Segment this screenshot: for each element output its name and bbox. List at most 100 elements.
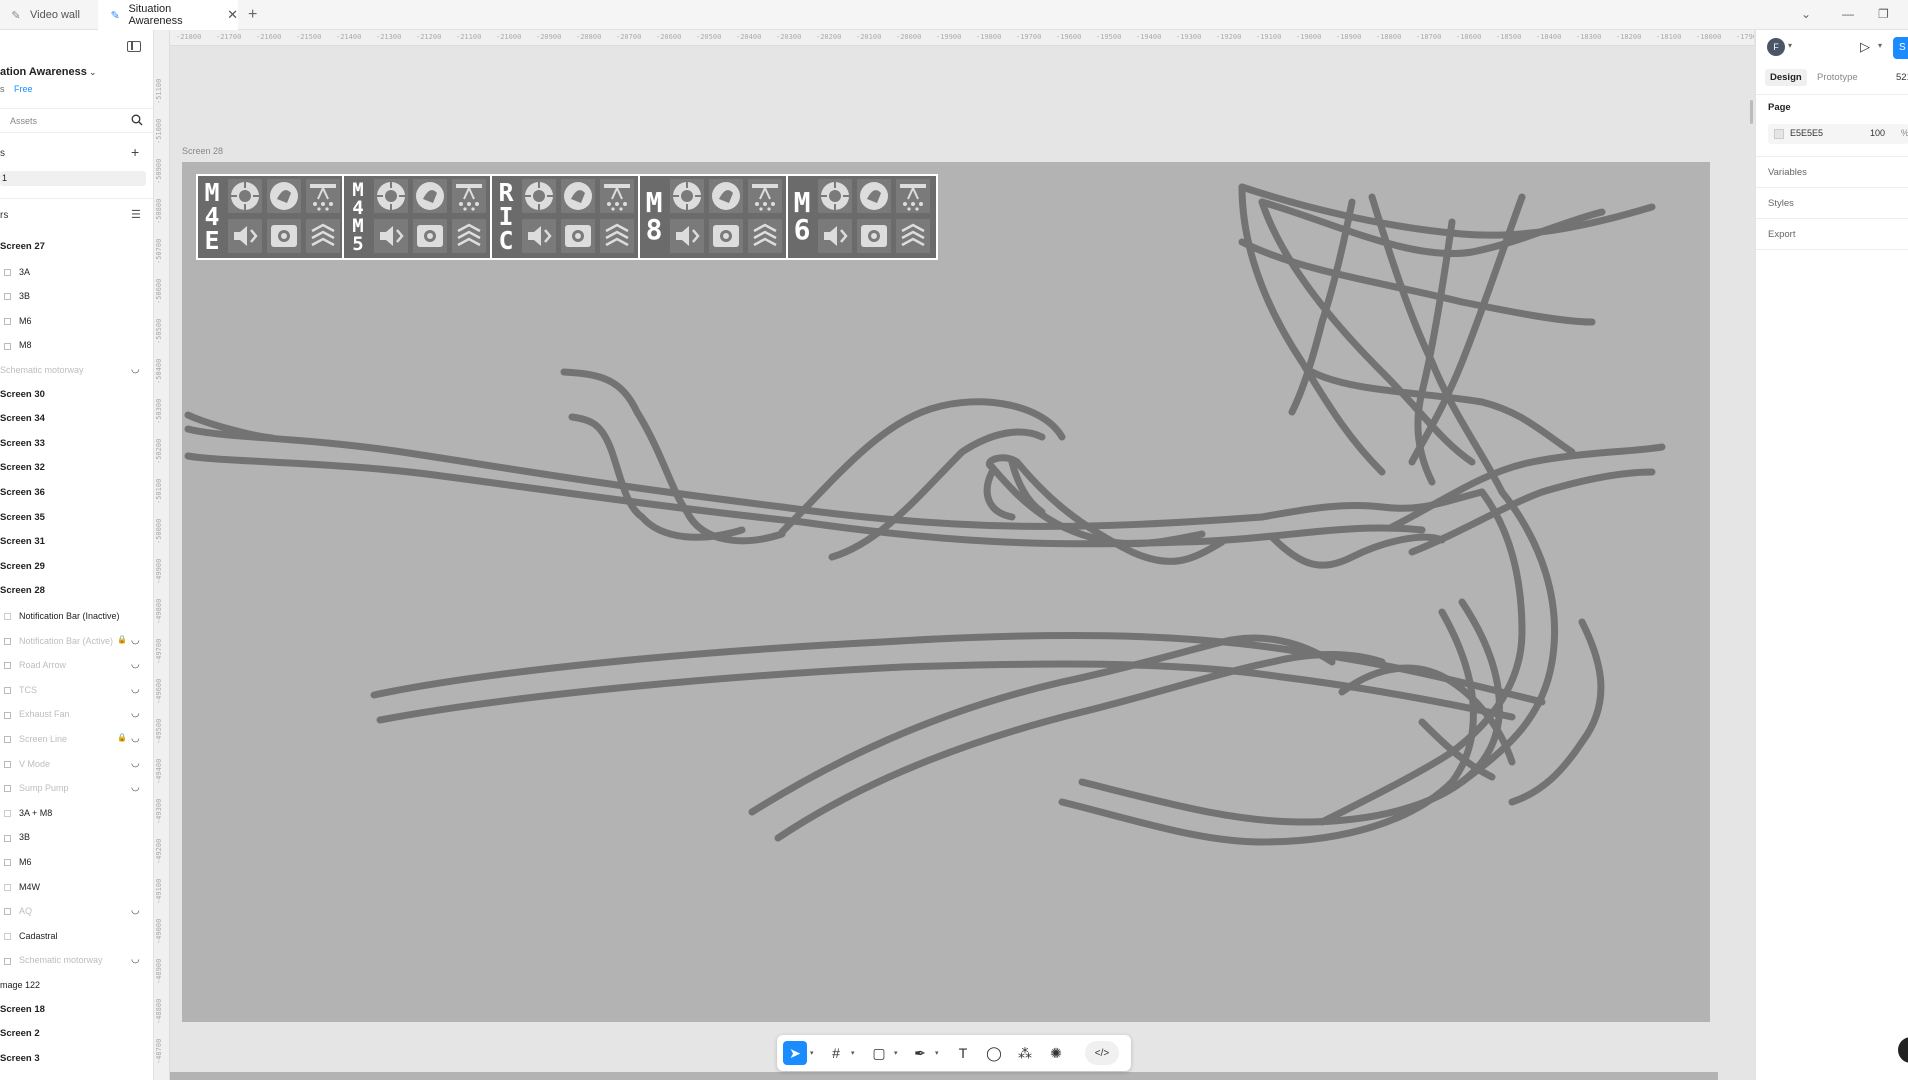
layer-item[interactable]: Screen 30 — [0, 387, 45, 403]
layer-item[interactable]: M4W — [4, 879, 40, 895]
frame-next-screen[interactable] — [170, 1072, 1718, 1080]
hidden-eye-icon[interactable]: ◡ — [131, 954, 140, 965]
layer-item[interactable]: Screen 32 — [0, 460, 45, 476]
layer-item[interactable]: Screen 28 — [0, 583, 45, 599]
layer-item[interactable]: Cadastral — [4, 928, 58, 944]
new-tab-button[interactable]: + — [248, 6, 257, 24]
layer-item[interactable]: 3B — [4, 829, 30, 845]
canvas-scrollbar[interactable] — [1750, 100, 1753, 124]
layer-item[interactable]: Screen 35 — [0, 510, 45, 526]
layer-item[interactable]: Screen Line — [4, 731, 67, 747]
export-section[interactable]: Export — [1768, 229, 1795, 240]
dev-mode-toggle-icon[interactable]: </> — [1085, 1041, 1119, 1065]
chevron-down-icon[interactable]: ▾ — [894, 1049, 898, 1057]
lock-icon[interactable]: 🔒 — [117, 635, 127, 644]
sidebar-toggle-icon[interactable] — [127, 41, 141, 52]
layer-item[interactable]: Road Arrow — [4, 657, 66, 673]
move-tool-icon[interactable]: ➤ — [783, 1041, 807, 1065]
assets-search-input[interactable]: Assets — [10, 116, 37, 126]
variables-section[interactable]: Variables — [1768, 167, 1807, 178]
layer-item[interactable]: Screen 3 — [0, 1051, 40, 1067]
search-icon[interactable] — [131, 114, 143, 126]
layer-item[interactable]: Screen 34 — [0, 411, 45, 427]
avatar[interactable]: F — [1767, 38, 1785, 56]
color-swatch[interactable] — [1774, 129, 1784, 139]
share-button[interactable]: S — [1893, 37, 1908, 59]
actions-tool-icon[interactable]: ⁂ — [1013, 1041, 1037, 1065]
tab-design[interactable]: Design — [1765, 69, 1807, 86]
layer-item[interactable]: Screen 27 — [0, 239, 45, 255]
layer-item[interactable]: Notification Bar (Active) — [4, 633, 113, 649]
hidden-eye-icon[interactable]: ◡ — [131, 684, 140, 695]
hidden-eye-icon[interactable]: ◡ — [131, 708, 140, 719]
zoom-level[interactable]: 521 — [1896, 72, 1908, 83]
tab-prototype[interactable]: Prototype — [1812, 69, 1863, 86]
hidden-eye-icon[interactable]: ◡ — [131, 635, 140, 646]
layer-item[interactable]: AQ — [4, 903, 32, 919]
road-network-map[interactable] — [182, 162, 1710, 1022]
layer-item[interactable]: 3B — [4, 288, 30, 304]
layer-item[interactable]: 3A — [4, 264, 30, 280]
hidden-eye-icon[interactable]: ◡ — [131, 733, 140, 744]
play-icon[interactable]: ▷ — [1860, 39, 1870, 55]
add-page-button[interactable]: + — [131, 144, 139, 160]
chevron-down-icon[interactable]: ▾ — [851, 1049, 855, 1057]
minimize-button[interactable]: — — [1842, 7, 1854, 21]
hidden-eye-icon[interactable]: ◡ — [131, 905, 140, 916]
close-icon[interactable]: ✕ — [227, 7, 238, 23]
ai-tool-icon[interactable]: ✺ — [1044, 1041, 1068, 1065]
rectangle-tool-icon[interactable]: ▢ — [867, 1041, 891, 1065]
layers-filter-icon[interactable]: ☰ — [131, 208, 141, 221]
tab-situation-awareness[interactable]: ✎ Situation Awareness ✕ — [98, 0, 238, 30]
ruler-tick: -21800 — [176, 33, 202, 41]
ruler-tick: -49400 — [155, 758, 163, 784]
layer-item[interactable]: M6 — [4, 854, 32, 870]
page-item-current[interactable]: 1 — [0, 171, 146, 186]
hidden-eye-icon[interactable]: ◡ — [131, 364, 140, 375]
plan-badge[interactable]: Free — [14, 84, 33, 94]
frame-label[interactable]: Screen 28 — [182, 146, 223, 156]
text-tool-icon[interactable]: T — [951, 1041, 975, 1065]
chevron-down-icon[interactable]: ▾ — [1788, 41, 1792, 50]
layer-item[interactable]: Screen 18 — [0, 1002, 45, 1018]
lock-icon[interactable]: 🔒 — [117, 733, 127, 742]
file-title[interactable]: ation Awareness — [0, 66, 87, 78]
styles-section[interactable]: Styles — [1768, 198, 1794, 209]
layer-item[interactable]: Screen 33 — [0, 436, 45, 452]
layer-item[interactable]: M8 — [4, 337, 32, 353]
restore-button[interactable]: ❐ — [1878, 7, 1889, 21]
layer-item[interactable]: Screen 31 — [0, 534, 45, 550]
bg-opacity-value[interactable]: 100 — [1870, 128, 1885, 138]
hidden-eye-icon[interactable]: ◡ — [131, 758, 140, 769]
layer-item[interactable]: Sump Pump — [4, 780, 69, 796]
hidden-eye-icon[interactable]: ◡ — [131, 782, 140, 793]
chevron-down-icon[interactable]: ⌄ — [1801, 7, 1811, 21]
comment-tool-icon[interactable]: ◯ — [982, 1041, 1006, 1065]
pen-tool-icon[interactable]: ✒ — [908, 1041, 932, 1065]
tab-video-wall[interactable]: ✎ Video wall — [0, 0, 94, 30]
layer-item[interactable]: mage 122 — [0, 977, 40, 993]
page-background-field[interactable]: E5E5E5 100 % — [1768, 124, 1908, 144]
layer-item[interactable]: Screen 2 — [0, 1026, 40, 1042]
chevron-down-icon[interactable]: ▾ — [935, 1049, 939, 1057]
hidden-eye-icon[interactable]: ◡ — [131, 659, 140, 670]
frame-tool-icon[interactable]: # — [824, 1041, 848, 1065]
layer-item[interactable]: Screen 36 — [0, 485, 45, 501]
ruler-tick: -48900 — [155, 958, 163, 984]
bg-hex-value[interactable]: E5E5E5 — [1790, 128, 1823, 138]
layer-item[interactable]: M6 — [4, 313, 32, 329]
layer-item[interactable]: V Mode — [4, 756, 50, 772]
frame-screen-28[interactable]: M4EM4M5RICM8M6 — [182, 162, 1710, 1022]
layer-item[interactable]: Screen 29 — [0, 559, 45, 575]
layer-item[interactable]: Exhaust Fan — [4, 706, 70, 722]
ruler-tick: -18800 — [1376, 33, 1402, 41]
layer-type-icon — [4, 293, 11, 301]
layer-item[interactable]: 3A + M8 — [4, 805, 52, 821]
chevron-down-icon[interactable]: ▾ — [1878, 41, 1882, 50]
layer-item[interactable]: Schematic motorway — [4, 952, 103, 968]
chevron-down-icon[interactable]: ⌄ — [89, 67, 97, 78]
layer-item[interactable]: Schematic motorway — [0, 362, 84, 378]
layer-item[interactable]: TCS — [4, 682, 37, 698]
layer-item[interactable]: Notification Bar (Inactive) — [4, 608, 120, 624]
chevron-down-icon[interactable]: ▾ — [810, 1049, 814, 1057]
